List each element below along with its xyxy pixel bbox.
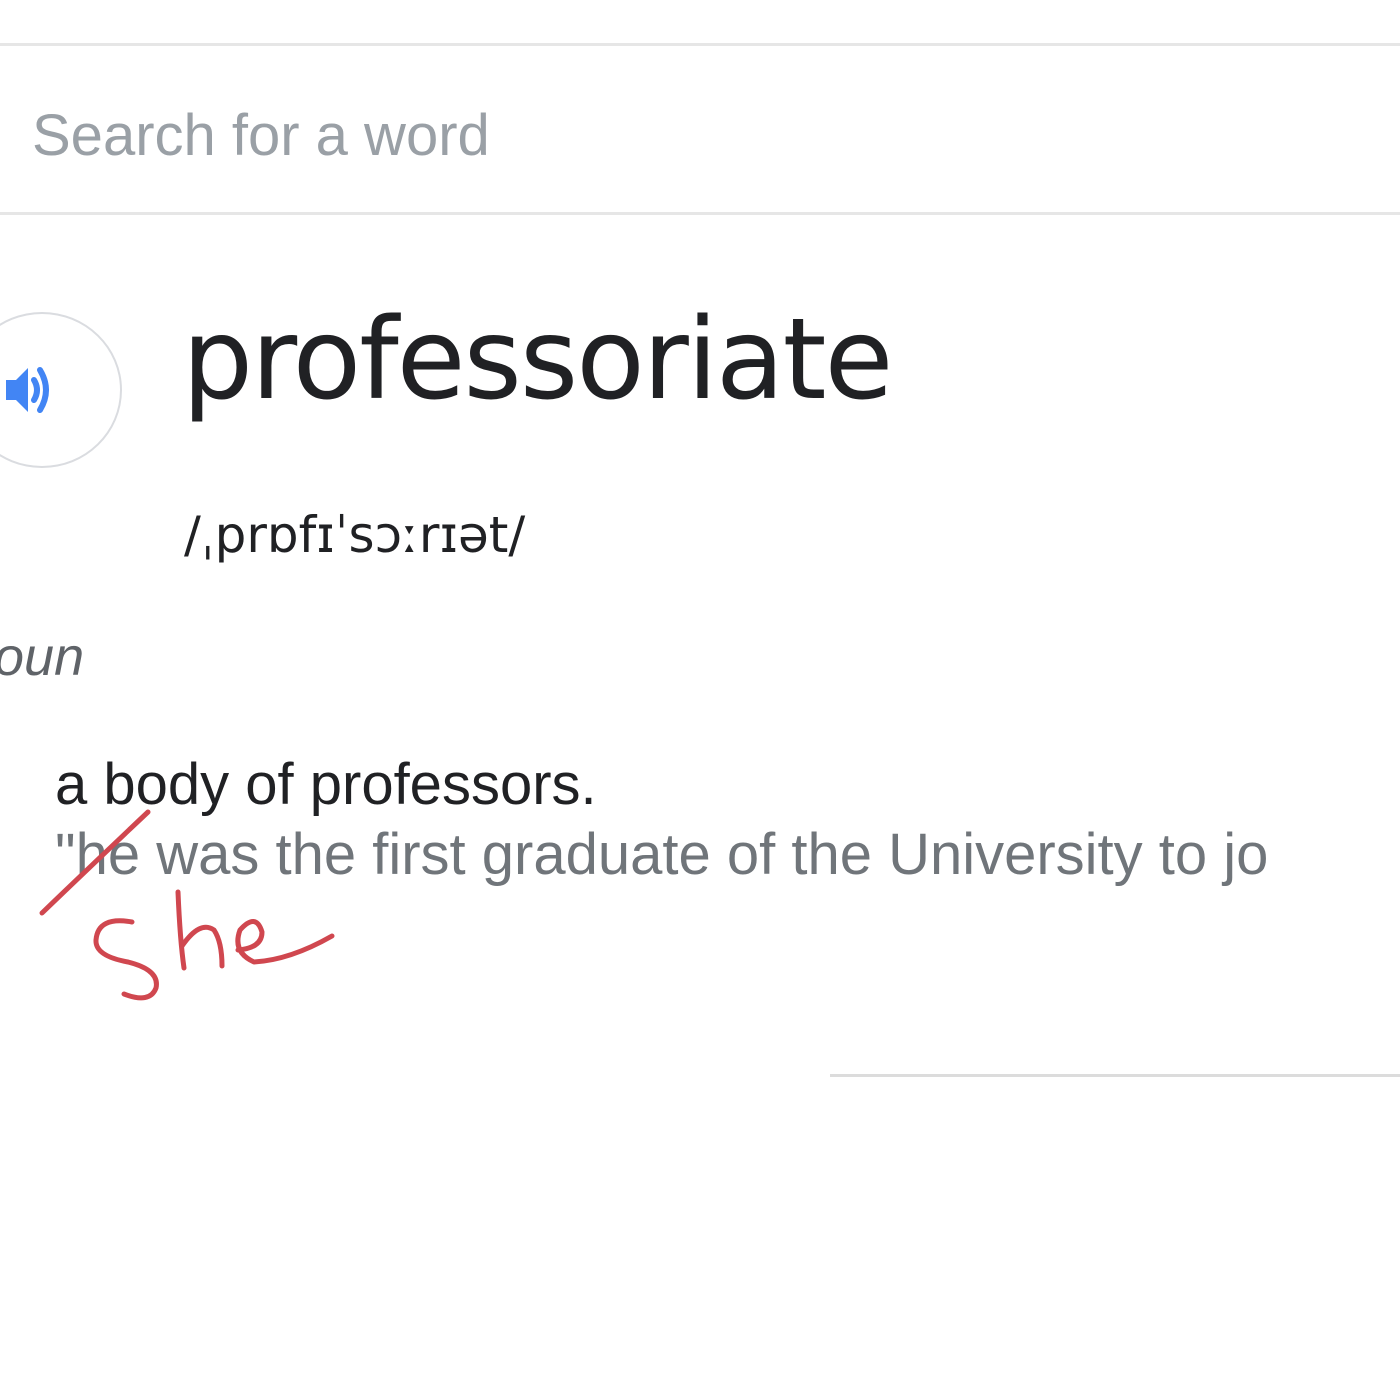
phonetic-transcription: /ˌprɒfɪˈsɔːrɪət/ [184,506,526,564]
bottom-divider [830,1074,1400,1077]
pronunciation-audio-button[interactable] [0,312,122,468]
dictionary-card: professoriate /ˌprɒfɪˈsɔːrɪət/ oun a bod… [0,0,1400,1400]
definition-text: a body of professors. [55,752,597,817]
part-of-speech: oun [0,627,85,687]
search-input[interactable] [32,85,1332,185]
search-divider [0,212,1400,215]
speaker-icon [6,367,49,413]
headword: professoriate [182,295,893,425]
example-sentence: "he was the first graduate of the Univer… [55,822,1269,887]
top-divider [0,43,1400,46]
handwritten-correction [39,809,335,1001]
handwritten-she [93,889,335,1001]
